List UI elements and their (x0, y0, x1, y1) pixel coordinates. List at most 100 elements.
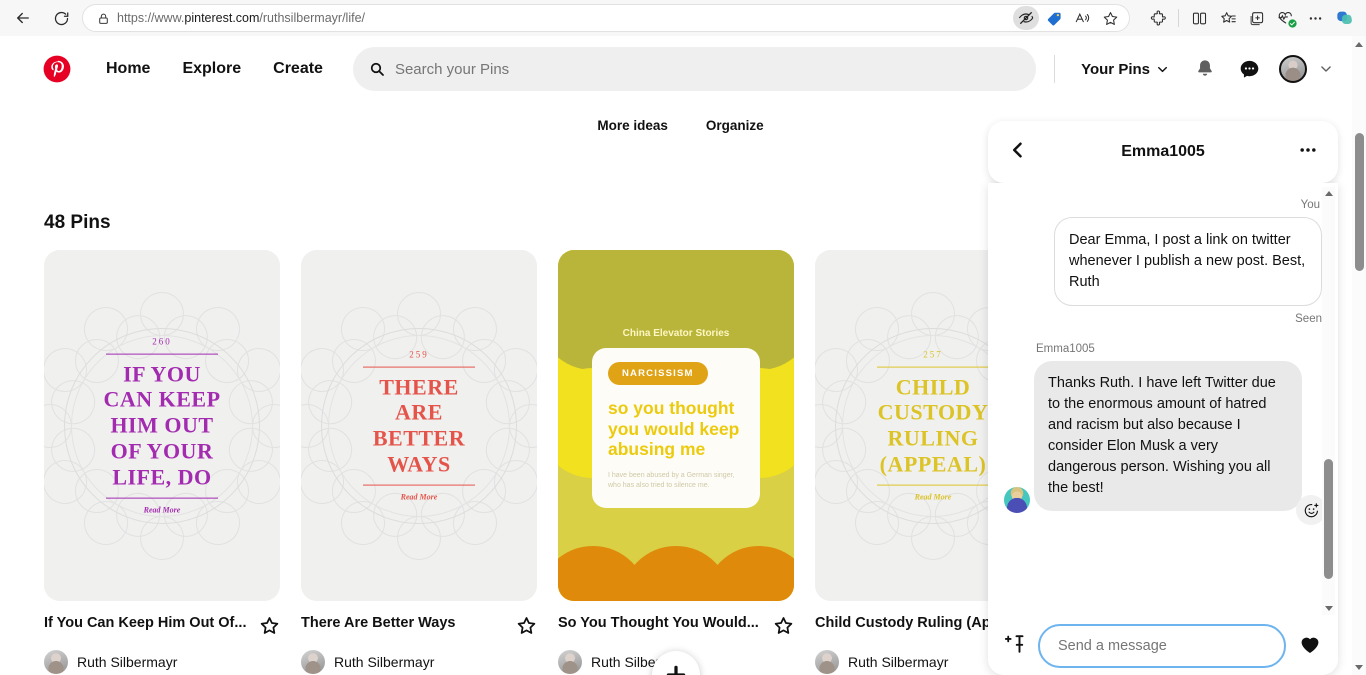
pin-thumbnail[interactable]: 260 IF YOU CAN KEEP HIM OUT OF YOUR LIFE… (44, 250, 280, 601)
favorite-star-icon[interactable] (1097, 6, 1123, 30)
subnav-more-ideas[interactable]: More ideas (597, 118, 668, 133)
split-screen-icon[interactable] (1185, 4, 1213, 32)
refresh-button[interactable] (46, 3, 76, 33)
browser-essentials-icon[interactable] (1272, 4, 1300, 32)
your-pins-dropdown[interactable]: Your Pins (1069, 53, 1181, 86)
pin-art-text: IF YOU CAN KEEP HIM OUT OF YOUR LIFE, DO (103, 361, 221, 490)
tracking-prevention-icon[interactable] (1013, 6, 1039, 30)
url-scheme: https://www. (117, 11, 185, 25)
chat-message-incoming: Emma1005 Thanks Ruth. I have left Twitte… (1004, 337, 1326, 526)
chat-bubble[interactable]: Thanks Ruth. I have left Twitter due to … (1034, 361, 1302, 512)
chat-sender-label: You (1300, 199, 1320, 211)
address-bar[interactable]: https://www.pinterest.com/ruthsilbermayr… (82, 4, 1130, 32)
your-pins-label: Your Pins (1081, 60, 1150, 78)
pin-art-readmore: Read More (143, 505, 181, 515)
url-text: https://www.pinterest.com/ruthsilbermayr… (117, 11, 1013, 25)
messages-button[interactable] (1229, 49, 1269, 89)
nav-create[interactable]: Create (257, 52, 339, 86)
favorite-star-icon[interactable] (516, 615, 537, 641)
settings-more-icon[interactable] (1301, 4, 1329, 32)
back-button[interactable] (8, 3, 38, 33)
chat-bubble[interactable]: Dear Emma, I post a link on twitter when… (1054, 217, 1322, 307)
avatar (558, 650, 582, 674)
page-scrollbar[interactable] (1352, 36, 1366, 675)
add-tab-icon[interactable] (1243, 4, 1271, 32)
extensions-icon[interactable] (1144, 4, 1172, 32)
site-info-lock-icon[interactable] (93, 8, 113, 28)
rule-bottom (877, 484, 989, 486)
pin-author-name: Ruth Silbermayr (334, 654, 435, 670)
avatar (44, 650, 68, 674)
search-input[interactable] (394, 60, 1021, 78)
pin-card[interactable]: 259 THERE ARE BETTER WAYS Read More Ther… (301, 250, 537, 675)
pin-art-brand: China Elevator Stories (622, 328, 730, 339)
nav-home[interactable]: Home (90, 52, 166, 86)
pin-quote: 260 IF YOU CAN KEEP HIM OUT OF YOUR LIFE… (44, 336, 280, 515)
pin-art-card: NARCISSISM so you thought you would keep… (592, 348, 760, 508)
avatar (815, 650, 839, 674)
search-bar[interactable] (352, 47, 1037, 91)
pin-card[interactable]: 260 IF YOU CAN KEEP HIM OUT OF YOUR LIFE… (44, 250, 280, 675)
pin-author[interactable]: Ruth Silbermayr (301, 650, 537, 674)
search-icon (369, 61, 385, 77)
plus-icon (666, 665, 686, 675)
pin-thumbnail[interactable]: 259 THERE ARE BETTER WAYS Read More (301, 250, 537, 601)
pin-title[interactable]: If You Can Keep Him Out Of... (44, 615, 246, 631)
subnav-organize[interactable]: Organize (706, 118, 764, 133)
message-input-wrapper[interactable] (1038, 624, 1286, 668)
pin-card[interactable]: China Elevator Stories NARCISSISM so you… (558, 250, 794, 675)
pin-title-row: There Are Better Ways (301, 615, 537, 641)
pin-art-number: 260 (152, 336, 172, 347)
page-scroll-down-button[interactable] (1352, 659, 1366, 675)
pin-art-tag: NARCISSISM (608, 362, 708, 385)
shopping-tag-icon[interactable] (1041, 6, 1067, 30)
chat-more-button[interactable] (1298, 140, 1318, 165)
avatar (301, 650, 325, 674)
page-scroll-up-button[interactable] (1352, 36, 1366, 52)
message-input[interactable] (1058, 638, 1266, 654)
read-aloud-icon[interactable] (1069, 6, 1095, 30)
chat-panel: Emma1005 You Dear Emma, I post a link on… (988, 121, 1338, 675)
chat-messages[interactable]: You Dear Emma, I post a link on twitter … (988, 183, 1338, 617)
chevron-down-icon (1321, 66, 1331, 72)
chat-back-button[interactable] (1008, 140, 1028, 165)
pin-title[interactable]: So You Thought You Would... (558, 615, 759, 631)
chat-scroll-up-button[interactable] (1322, 187, 1335, 200)
pin-art-subtext: I have been abused by a German singer, w… (608, 471, 735, 490)
chat-incoming-wrap: Thanks Ruth. I have left Twitter due to … (1004, 361, 1326, 526)
pin-title-row: If You Can Keep Him Out Of... (44, 615, 280, 641)
nav-explore[interactable]: Explore (166, 52, 257, 86)
chat-scrollbar-thumb[interactable] (1324, 459, 1333, 579)
pin-art-doily: 259 THERE ARE BETTER WAYS Read More (301, 250, 537, 601)
page-scrollbar-thumb[interactable] (1354, 133, 1364, 271)
heart-icon[interactable] (1298, 632, 1322, 661)
copilot-icon[interactable] (1330, 4, 1358, 32)
url-domain: pinterest.com (184, 11, 260, 25)
chat-scrollbar[interactable] (1322, 187, 1335, 615)
favorite-star-icon[interactable] (259, 615, 280, 641)
pinterest-header: Home Explore Create Your Pins (8, 36, 1353, 102)
pin-title[interactable]: There Are Better Ways (301, 615, 455, 631)
url-path: /ruthsilbermayr/life/ (259, 11, 366, 25)
chat-header: Emma1005 (988, 121, 1338, 183)
chat-scroll-down-button[interactable] (1322, 602, 1335, 615)
address-bar-actions (1013, 6, 1123, 30)
avatar (1279, 55, 1307, 83)
collections-star-icon[interactable] (1214, 4, 1242, 32)
account-dropdown-chevron[interactable] (1313, 49, 1339, 89)
primary-nav: Home Explore Create (90, 52, 339, 86)
account-avatar[interactable] (1273, 49, 1313, 89)
add-pin-icon[interactable] (1004, 633, 1026, 660)
pin-art-readmore: Read More (400, 492, 438, 502)
chat-composer-bar (988, 617, 1338, 675)
pin-author[interactable]: Ruth Silbermayr (44, 650, 280, 674)
pin-quote: 259 THERE ARE BETTER WAYS Read More (301, 349, 537, 502)
browser-actions (1138, 4, 1358, 32)
notifications-button[interactable] (1185, 49, 1225, 89)
pin-art-yellow: China Elevator Stories NARCISSISM so you… (558, 250, 794, 601)
chat-status: Seen (1295, 313, 1322, 326)
pinterest-logo-icon[interactable] (42, 54, 72, 84)
favorite-star-icon[interactable] (773, 615, 794, 641)
pin-thumbnail[interactable]: China Elevator Stories NARCISSISM so you… (558, 250, 794, 601)
toolbar-divider (1178, 9, 1179, 27)
